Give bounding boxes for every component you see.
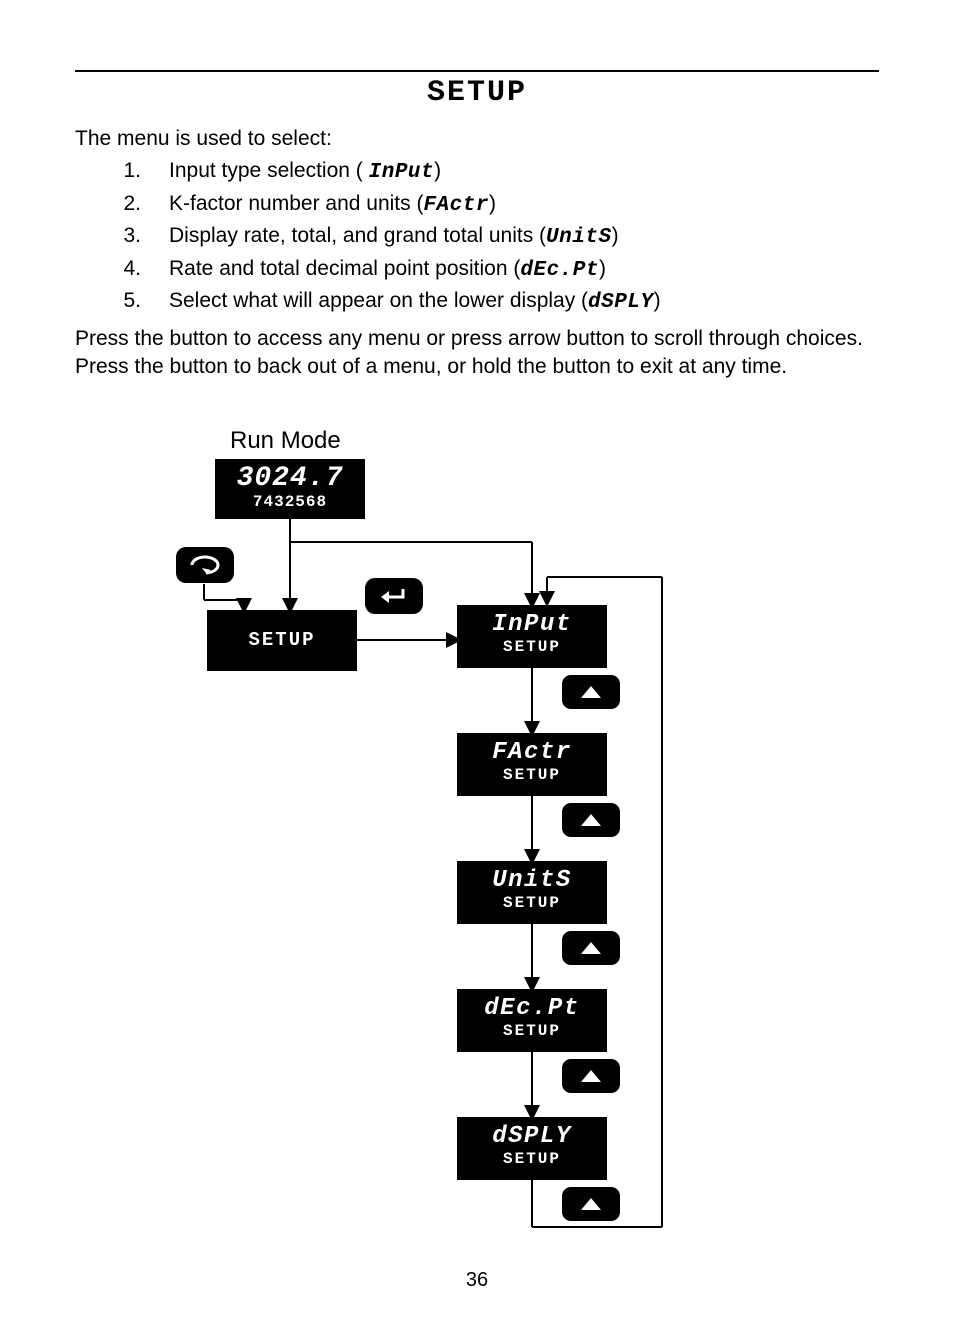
list-text: K-factor number and units (FActr): [169, 189, 496, 221]
list-number: 4.: [121, 254, 141, 286]
page-title: SETUP: [75, 76, 879, 110]
list-number: 3.: [121, 221, 141, 253]
page-number: 36: [0, 1269, 954, 1292]
list-number: 5.: [121, 286, 141, 318]
flow-diagram: Run Mode 3024.7 7432568 SETUP InPutSETUP…: [162, 427, 792, 1277]
list-number: 2.: [121, 189, 141, 221]
list-item: 2. K-factor number and units (FActr): [121, 189, 879, 221]
list-text: Display rate, total, and grand total uni…: [169, 221, 619, 253]
list-item: 3. Display rate, total, and grand total …: [121, 221, 879, 253]
instruction-paragraph: Press the button to access any menu or p…: [75, 325, 879, 382]
list-text: Rate and total decimal point position (d…: [169, 254, 606, 286]
intro-text: The menu is used to select:: [75, 124, 879, 154]
list-item: 5. Select what will appear on the lower …: [121, 286, 879, 318]
numbered-list: 1. Input type selection ( InPut) 2. K-fa…: [121, 156, 879, 318]
diagram-connectors: [162, 427, 792, 1277]
header-rule: [75, 70, 879, 72]
list-number: 1.: [121, 156, 141, 188]
list-text: Select what will appear on the lower dis…: [169, 286, 661, 318]
list-item: 1. Input type selection ( InPut): [121, 156, 879, 188]
list-text: Input type selection ( InPut): [169, 156, 441, 188]
list-item: 4. Rate and total decimal point position…: [121, 254, 879, 286]
